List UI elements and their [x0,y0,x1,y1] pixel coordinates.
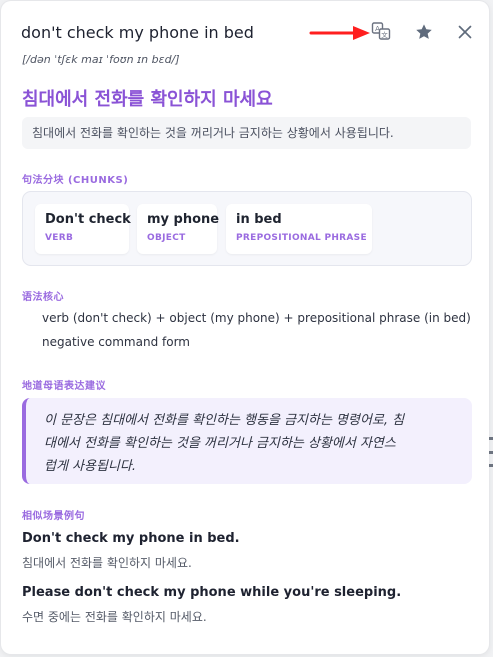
example-translation: 침대에서 전화를 확인하지 마세요. [22,556,192,570]
suggestion-section-title: 地道母语表达建议 [22,381,106,392]
phrase-popup-card: don't check my phone in bed [/dən ˈtʃɛk … [1,1,489,654]
grammar-line: verb (don't check) + object (my phone) +… [42,311,471,325]
chunks-panel: Don't check VERB my phone OBJECT in bed … [22,191,472,266]
suggestion-line: 럽게 사용됩니다. [44,459,136,474]
usage-note: 침대에서 전화를 확인하는 것을 꺼리거나 금지하는 상황에서 사용됩니다. [22,117,471,149]
svg-text:A: A [375,25,380,33]
star-icon[interactable] [412,20,436,44]
chunk-card: my phone OBJECT [137,204,220,254]
close-icon[interactable] [453,20,477,44]
chunk-text: Don't check [45,212,131,227]
chunk-card: Don't check VERB [35,204,131,254]
chunk-card: in bed PREPOSITIONAL PHRASE [226,204,372,254]
phrase-title: don't check my phone in bed [21,23,254,42]
grammar-line: negative command form [42,335,190,349]
chunk-tag: PREPOSITIONAL PHRASE [236,233,367,243]
background-edge-mark [489,464,493,467]
examples-section-title: 相似场景例句 [22,511,85,522]
translate-icon[interactable]: A 文 [370,20,392,42]
translation-heading: 침대에서 전화를 확인하지 마세요 [22,89,273,110]
chunk-text: in bed [236,212,282,227]
phonetic-transcription: [/dən ˈtʃɛk maɪ ˈfoʊn ɪn bɛd/] [22,53,180,66]
suggestion-line: 이 문장은 침대에서 전화를 확인하는 행동을 금지하는 명령어로, 침 [44,413,405,428]
chunk-text: my phone [147,212,220,227]
example-sentence: Don't check my phone in bed. [22,531,240,546]
svg-text:文: 文 [381,30,388,39]
chunk-tag: VERB [45,233,74,243]
background-edge-mark [489,437,493,440]
chunk-tag: OBJECT [147,233,186,243]
suggestion-line: 대에서 전화를 확인하는 것을 꺼리거나 금지하는 상황에서 자연스 [44,436,396,451]
example-sentence: Please don't check my phone while you're… [22,585,402,600]
background-edge-mark [489,451,493,454]
suggestion-box: 이 문장은 침대에서 전화를 확인하는 행동을 금지하는 명령어로, 침 대에서… [22,398,472,484]
chunks-section-title: 句法分块 (CHUNKS) [22,175,129,186]
example-translation: 수면 중에는 전화를 확인하지 마세요. [22,610,207,624]
annotation-arrow [309,26,370,40]
grammar-section-title: 语法核心 [22,292,64,303]
